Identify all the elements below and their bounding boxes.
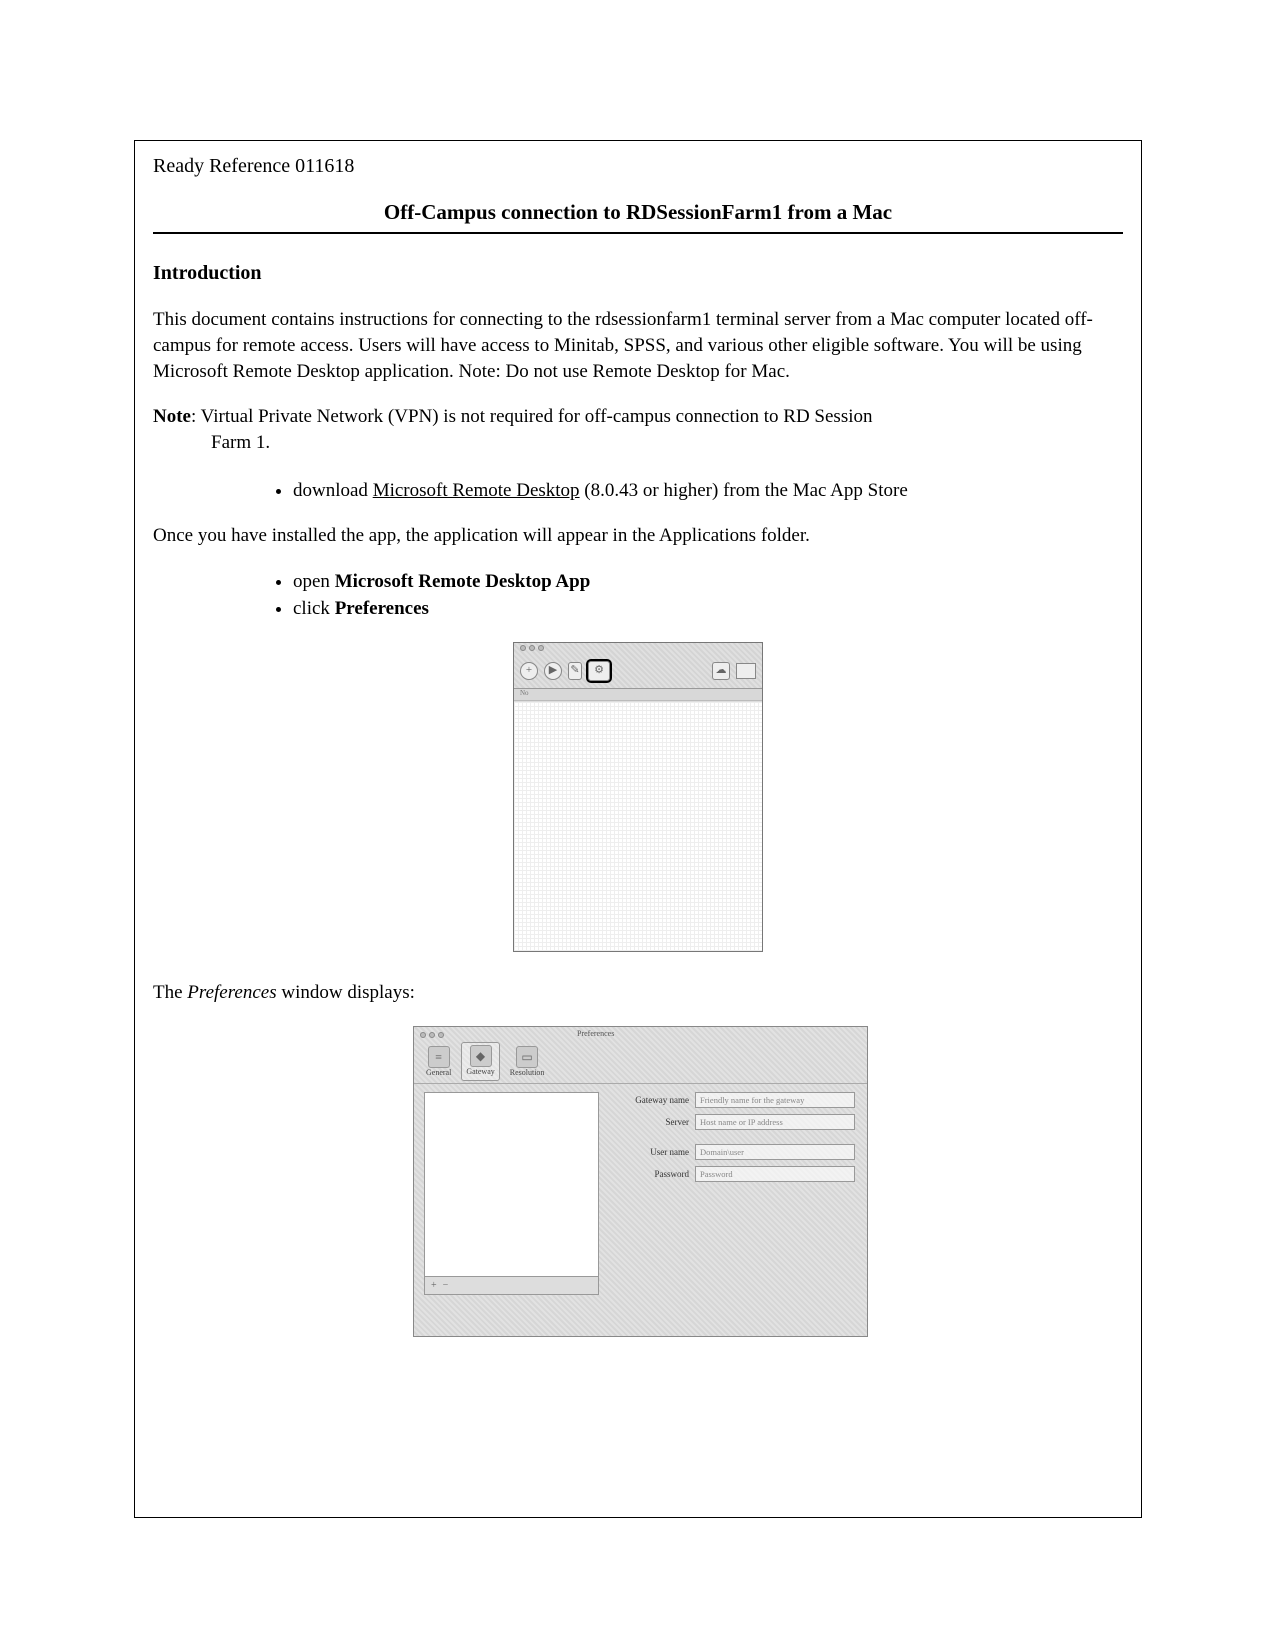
document-title: Off-Campus connection to RDSessionFarm1 … xyxy=(153,198,1123,226)
open-pre: open xyxy=(293,571,335,592)
password-input[interactable]: Password xyxy=(695,1166,855,1182)
prefs-post: window displays: xyxy=(277,982,415,1003)
gateway-list-panel: + − xyxy=(424,1092,599,1336)
prefs-window-title: Preferences xyxy=(577,1029,614,1040)
tab-general-label: General xyxy=(426,1068,451,1079)
gateway-name-label: Gateway name xyxy=(609,1094,695,1106)
prefs-titlebar: Preferences xyxy=(414,1027,867,1043)
rdp-app-screenshot: + ▶ ✎ ⚙ ☁ No xyxy=(513,642,763,952)
title-underline xyxy=(153,232,1123,234)
note-line1: Virtual Private Network (VPN) is not req… xyxy=(201,406,873,427)
remove-gateway-button[interactable]: − xyxy=(443,1279,449,1293)
azure-icon[interactable] xyxy=(736,663,756,679)
zoom-icon[interactable] xyxy=(538,645,544,651)
preferences-icon[interactable]: ⚙ xyxy=(588,661,610,681)
server-label: Server xyxy=(609,1116,695,1128)
close-icon[interactable] xyxy=(520,645,526,651)
zoom-icon[interactable] xyxy=(438,1032,444,1038)
prefs-sentence: The Preferences window displays: xyxy=(153,980,1123,1006)
prefs-pre: The xyxy=(153,982,187,1003)
username-input[interactable]: Domain\user xyxy=(695,1144,855,1160)
after-install-paragraph: Once you have installed the app, the app… xyxy=(153,523,1123,549)
document-frame: Ready Reference 011618 Off-Campus connec… xyxy=(134,140,1142,1518)
monitor-icon: ▭ xyxy=(516,1046,538,1068)
note-line2: Farm 1. xyxy=(211,430,873,456)
gateway-list-footer: + − xyxy=(424,1277,599,1295)
add-gateway-button[interactable]: + xyxy=(431,1279,437,1293)
download-post: (8.0.43 or higher) from the Mac App Stor… xyxy=(580,480,908,501)
introduction-heading: Introduction xyxy=(153,260,1123,287)
start-icon[interactable]: ▶ xyxy=(544,662,562,680)
rdp-empty-list xyxy=(514,701,762,951)
toolbar-buttons: + ▶ ✎ ⚙ ☁ xyxy=(514,653,762,688)
click-pre: click xyxy=(293,598,335,619)
remote-resources-icon[interactable]: ☁ xyxy=(712,662,730,680)
click-target: Preferences xyxy=(335,598,429,619)
traffic-lights xyxy=(514,643,762,653)
gateway-list[interactable] xyxy=(424,1092,599,1277)
download-bullet-list: download Microsoft Remote Desktop (8.0.4… xyxy=(293,478,1123,504)
tab-gateway[interactable]: ◆ Gateway xyxy=(461,1042,499,1081)
download-pre: download xyxy=(293,480,373,501)
rdp-subbar: No xyxy=(514,689,762,701)
close-icon[interactable] xyxy=(420,1032,426,1038)
download-bullet: download Microsoft Remote Desktop (8.0.4… xyxy=(293,478,1123,504)
microsoft-remote-desktop-link[interactable]: Microsoft Remote Desktop xyxy=(373,480,580,501)
password-label: Password xyxy=(609,1168,695,1180)
prefs-body: + − Gateway name Friendly name for the g… xyxy=(414,1084,867,1336)
gateway-name-input[interactable]: Friendly name for the gateway xyxy=(695,1092,855,1108)
note-label: Note xyxy=(153,406,191,427)
prefs-tabbar: ≡ General ◆ Gateway ▭ Resolution xyxy=(414,1043,867,1083)
introduction-paragraph: This document contains instructions for … xyxy=(153,307,1123,384)
minimize-icon[interactable] xyxy=(429,1032,435,1038)
tab-gateway-label: Gateway xyxy=(466,1067,494,1078)
server-input[interactable]: Host name or IP address xyxy=(695,1114,855,1130)
open-steps-list: open Microsoft Remote Desktop App click … xyxy=(293,569,1123,622)
note-sep: : xyxy=(191,406,201,427)
minimize-icon[interactable] xyxy=(529,645,535,651)
shield-icon: ◆ xyxy=(470,1045,492,1067)
open-app-bullet: open Microsoft Remote Desktop App xyxy=(293,569,1123,595)
tab-resolution-label: Resolution xyxy=(510,1068,545,1079)
sliders-icon: ≡ xyxy=(428,1046,450,1068)
note-block: Note: Virtual Private Network (VPN) is n… xyxy=(153,404,1123,455)
edit-icon[interactable]: ✎ xyxy=(568,662,582,680)
gateway-form: Gateway name Friendly name for the gatew… xyxy=(599,1084,867,1336)
prefs-em: Preferences xyxy=(187,982,276,1003)
username-label: User name xyxy=(609,1146,695,1158)
tab-general[interactable]: ≡ General xyxy=(422,1044,455,1081)
tab-resolution[interactable]: ▭ Resolution xyxy=(506,1044,549,1081)
preferences-screenshot: Preferences ≡ General ◆ Gateway ▭ Resolu… xyxy=(413,1026,868,1337)
rdp-toolbar: + ▶ ✎ ⚙ ☁ xyxy=(514,643,762,689)
click-prefs-bullet: click Preferences xyxy=(293,596,1123,622)
new-icon[interactable]: + xyxy=(520,662,538,680)
open-app-name: Microsoft Remote Desktop App xyxy=(335,571,591,592)
ready-reference-id: Ready Reference 011618 xyxy=(153,153,1123,180)
